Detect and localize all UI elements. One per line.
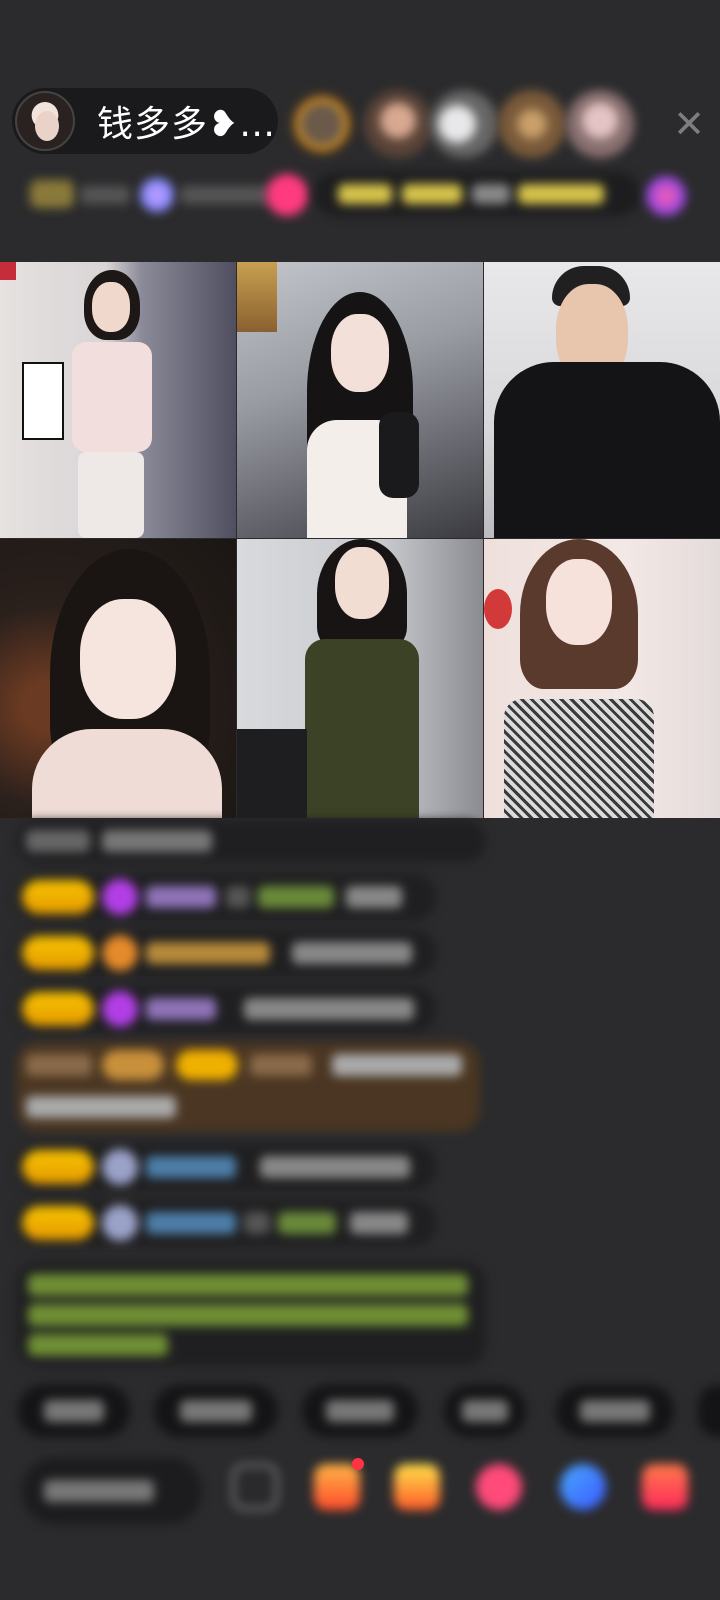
box-icon[interactable] (232, 1464, 278, 1510)
system-notice (16, 1262, 486, 1366)
level-icon[interactable] (140, 178, 174, 212)
heart-icon[interactable] (476, 1464, 522, 1510)
host-info-pill[interactable]: 钱多多❥… (12, 88, 278, 154)
quick-reply-1[interactable] (18, 1385, 130, 1437)
top-viewer-avatar-4[interactable] (498, 90, 566, 158)
chat-message-1[interactable] (16, 874, 436, 920)
gift-icon[interactable] (314, 1464, 360, 1510)
guest-video-4[interactable] (0, 539, 236, 818)
guest-video-6[interactable] (484, 539, 720, 818)
host-name: 钱多多❥… (97, 104, 277, 145)
top-viewer-avatar-3[interactable] (430, 90, 498, 158)
side-equipment (237, 729, 307, 818)
guest-video-1[interactable] (0, 262, 236, 538)
wall-poster (22, 362, 64, 440)
more-icon[interactable] (646, 176, 686, 216)
guest-frame-badge (237, 262, 277, 332)
quick-reply-3[interactable] (302, 1385, 418, 1437)
rank-tag-row (20, 172, 700, 220)
guest-video-5[interactable] (237, 539, 483, 818)
guest-figure (62, 270, 158, 538)
top-viewer-avatar-1[interactable] (288, 90, 356, 158)
quick-reply-5[interactable] (556, 1385, 674, 1437)
quick-reply-6[interactable] (698, 1385, 720, 1437)
chat-message-0[interactable] (16, 820, 486, 862)
chat-icon[interactable] (560, 1464, 606, 1510)
guest-figure (22, 549, 236, 818)
quick-reply-2[interactable] (154, 1385, 278, 1437)
rank-text (80, 186, 130, 204)
host-avatar[interactable] (15, 91, 75, 151)
chat-message-5[interactable] (16, 1200, 436, 1246)
microphone (379, 412, 419, 498)
guest-figure (494, 262, 720, 538)
guest-video-3[interactable] (484, 262, 720, 538)
chat-message-2[interactable] (16, 930, 436, 976)
guest-figure (504, 539, 654, 818)
store-icon[interactable] (642, 1464, 688, 1510)
chat-message-3[interactable] (16, 986, 436, 1032)
activity-banner[interactable] (314, 172, 640, 216)
guest-rank-tag (0, 262, 16, 280)
chat-highlight-message[interactable] (16, 1042, 480, 1132)
guest-video-2[interactable] (237, 262, 483, 538)
quick-reply-4[interactable] (444, 1385, 526, 1437)
close-icon[interactable]: ✕ (668, 103, 710, 146)
gift-notification-dot (352, 1458, 364, 1470)
comment-input[interactable] (22, 1458, 202, 1524)
multi-guest-video-grid: 124 (0, 262, 720, 818)
treasure-icon[interactable] (394, 1464, 440, 1510)
top-viewer-avatar-2[interactable] (364, 90, 432, 158)
top-viewer-avatar-5[interactable] (566, 90, 634, 158)
chat-message-4[interactable] (16, 1144, 436, 1190)
level-text (180, 186, 270, 204)
pk-icon[interactable] (266, 174, 308, 216)
guest-figure (297, 539, 427, 818)
rank-badge[interactable] (30, 180, 74, 208)
